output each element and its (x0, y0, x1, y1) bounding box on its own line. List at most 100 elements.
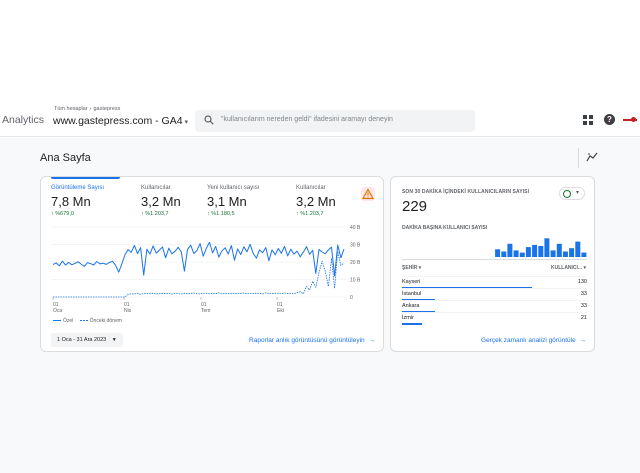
chevron-right-icon: › (89, 106, 92, 112)
x-tick-month: Nis (124, 308, 132, 314)
reports-snapshot-label: Raporlar anlık görüntüsünü görüntüleyin (249, 337, 365, 344)
search-bar[interactable]: "kullanıcılarım nereden geldi" ifadesini… (195, 110, 475, 132)
y-tick-label: 30 B (350, 242, 361, 248)
minute-bar (562, 251, 568, 257)
city-name: Kayseri (402, 279, 421, 285)
caret-down-icon: ▼ (111, 337, 117, 343)
metric-change: ↑ %1.203,7 (296, 211, 324, 217)
page-title: Ana Sayfa (40, 152, 91, 164)
date-range-picker[interactable]: 1 Oca - 31 Ara 2023 ▼ (51, 333, 123, 347)
property-selector[interactable]: www.gastepress.com - GA4 ▾ (53, 115, 188, 127)
notification-dot (631, 117, 636, 122)
y-tick-label: 0 (350, 295, 353, 301)
legend-previous: Önceki dönem (89, 318, 122, 324)
overview-card: Görüntüleme Sayısı 7,8 Mn ↑ %679,0 Kulla… (40, 176, 384, 352)
minute-bar (501, 251, 507, 257)
minute-bar (575, 241, 581, 257)
realtime-card: SON 30 DAKİKA İÇİNDEKİ KULLANICILARIN SA… (390, 176, 595, 352)
help-icon[interactable]: ? (604, 114, 615, 125)
col-city-label: ŞEHİR (402, 265, 418, 271)
metric-value: 3,1 Mn (207, 194, 247, 209)
breadcrumb[interactable]: Tüm hesaplar › gastepress (54, 106, 120, 112)
city-share-bar (402, 323, 423, 325)
caret-down-icon: ▾ (583, 265, 586, 271)
city-name: İstanbul (402, 291, 422, 297)
arrow-right-icon: → (579, 337, 587, 344)
arrow-right-icon: → (368, 337, 376, 344)
metric-value: 7,8 Mn (51, 194, 91, 209)
top-bar: Analytics Tüm hesaplar › gastepress www.ga… (0, 103, 640, 137)
chart-legend: Özel Önceki dönem (53, 318, 122, 324)
city-name: Ankara (402, 303, 420, 309)
metric-change: ↑ %679,0 (51, 211, 74, 217)
metric-tab-new-users[interactable]: Yeni kullanıcı sayısı 3,1 Mn ↑ %1.180,5 (207, 185, 287, 217)
minute-bar (532, 244, 538, 257)
city-users: 130 (577, 279, 587, 285)
city-row[interactable]: Ankara 33 (402, 300, 587, 313)
minute-bar (569, 248, 575, 257)
legend-swatch-solid (53, 319, 61, 322)
date-range-label: 1 Oca - 31 Ara 2023 (57, 337, 107, 343)
search-placeholder: "kullanıcılarım nereden geldi" ifadesini… (221, 116, 393, 123)
city-name: İzmir (402, 315, 414, 321)
x-tick-month: Oca (53, 308, 62, 314)
apps-icon[interactable] (583, 115, 593, 125)
minute-bar-chart[interactable] (402, 235, 587, 257)
metric-change: ↑ %1.180,5 (207, 211, 235, 217)
minute-bar (495, 249, 501, 257)
caret-down-icon: ▾ (576, 190, 580, 196)
minute-bar (507, 243, 513, 257)
metric-label: Yeni kullanıcı sayısı (207, 185, 260, 191)
city-users: 33 (580, 303, 587, 309)
realtime-status-button[interactable]: ▾ (559, 187, 585, 200)
minute-bar (550, 250, 556, 257)
series-line-current (52, 241, 345, 277)
minute-bar (538, 246, 544, 257)
breadcrumb-property[interactable]: gastepress (93, 106, 120, 112)
breadcrumb-account[interactable]: Tüm hesaplar (54, 106, 88, 112)
col-users-label: KULLANICI... (550, 265, 583, 271)
divider (402, 259, 587, 260)
metric-label: Görüntüleme Sayısı (51, 185, 105, 191)
minute-bar (513, 250, 519, 257)
col-city-header[interactable]: ŞEHİR ▾ (402, 265, 421, 271)
property-name: www.gastepress.com - GA4 (53, 115, 183, 127)
reports-snapshot-link[interactable]: Raporlar anlık görüntüsünü görüntüleyin … (249, 337, 375, 344)
minute-bar (519, 252, 525, 257)
caret-down-icon: ▾ (418, 265, 422, 271)
y-tick-label: 40 B (350, 225, 361, 231)
col-users-header[interactable]: KULLANICI... ▾ (551, 265, 586, 271)
minute-bar (581, 252, 587, 257)
series-line-previous (53, 251, 345, 298)
main-content: Ana Sayfa Görüntüleme Sayısı 7,8 Mn ↑ %6… (0, 138, 640, 473)
city-users: 21 (580, 315, 587, 321)
city-row[interactable]: İstanbul 33 (402, 288, 587, 301)
x-tick-month: Tem (201, 308, 210, 314)
city-row[interactable]: İzmir 21 (402, 312, 587, 325)
app-name[interactable]: Analytics (2, 114, 44, 126)
metric-tab-views[interactable]: Görüntüleme Sayısı 7,8 Mn ↑ %679,0 (51, 185, 131, 217)
legend-current: Özel (63, 318, 74, 324)
y-tick-label: 20 B (350, 260, 361, 266)
minute-bar (525, 247, 531, 257)
realtime-value: 229 (402, 198, 428, 215)
caret-down-icon: ▾ (184, 119, 189, 126)
city-row[interactable]: Kayseri 130 (402, 276, 587, 289)
realtime-subtitle: DAKİKA BAŞINA KULLANICI SAYISI (402, 225, 488, 231)
city-users: 33 (580, 291, 587, 297)
y-tick-label: 10 B (350, 277, 361, 283)
realtime-link[interactable]: Gerçek zamanlı analizi görüntüle → (481, 337, 586, 344)
insights-icon[interactable] (586, 152, 598, 162)
check-circle-icon (563, 190, 571, 198)
search-icon (204, 115, 214, 125)
minute-bar (556, 243, 562, 257)
legend-swatch-dashed (79, 319, 88, 322)
x-tick-month: Eki (277, 308, 284, 314)
line-chart[interactable]: 40 B30 B20 B10 B001Oca01Nis01Tem01Eki (51, 223, 376, 323)
minute-bar (544, 238, 550, 257)
warning-icon[interactable] (361, 187, 375, 201)
divider (578, 148, 579, 168)
realtime-title: SON 30 DAKİKA İÇİNDEKİ KULLANICILARIN SA… (402, 189, 530, 195)
active-metric-indicator (51, 177, 120, 179)
realtime-link-label: Gerçek zamanlı analizi görüntüle (481, 337, 576, 344)
